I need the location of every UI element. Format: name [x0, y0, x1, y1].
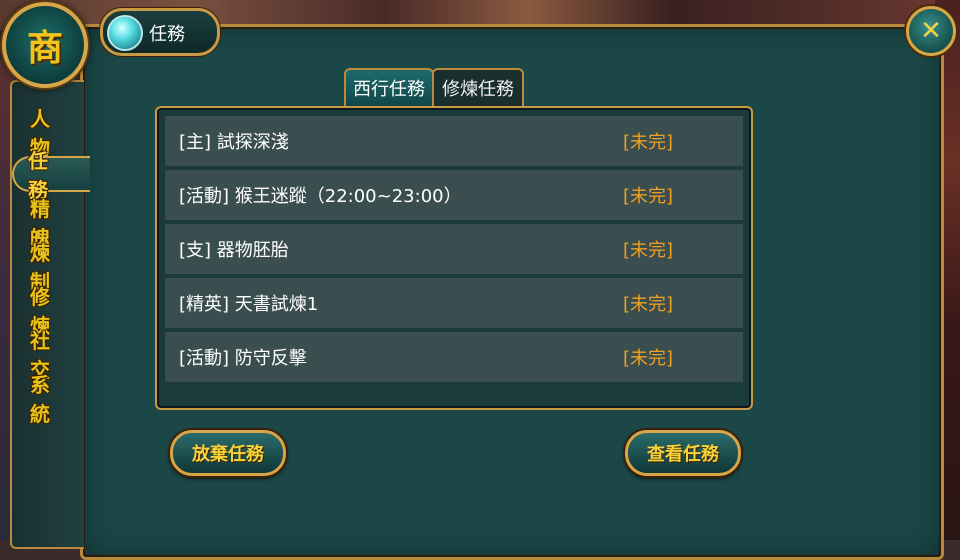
task-name: [活動] 猴王迷蹤（22:00~23:00）: [179, 186, 462, 207]
window-title-text: 任務: [149, 24, 185, 45]
task-name: [精英] 天書試煉1: [179, 294, 319, 315]
menu-item-refine[interactable]: 煉制: [16, 241, 86, 294]
shop-emblem-icon[interactable]: 商: [2, 2, 88, 88]
orb-icon: [107, 15, 143, 51]
close-icon: ✕: [920, 16, 942, 46]
task-row[interactable]: [活動] 防守反擊 [未完]: [165, 332, 743, 382]
emblem-char: 商: [26, 27, 63, 69]
task-status: [未完]: [623, 294, 674, 315]
tab-journey-tasks[interactable]: 西行任務: [344, 68, 434, 106]
window-title: 任務: [100, 8, 220, 56]
abandon-task-button[interactable]: 放棄任務: [170, 430, 286, 476]
task-status: [未完]: [623, 348, 674, 369]
task-name: [活動] 防守反擊: [179, 348, 307, 369]
view-task-button[interactable]: 查看任務: [625, 430, 741, 476]
task-row[interactable]: [精英] 天書試煉1 [未完]: [165, 278, 743, 328]
side-menu: 人物 任務 精魄 煉制 修煉 社交 系統: [10, 80, 90, 549]
task-name: [主] 試探深淺: [179, 132, 289, 153]
task-name: [支] 器物胚胎: [179, 240, 289, 261]
menu-item-tasks[interactable]: 任務: [12, 149, 90, 202]
tab-cultivation-tasks[interactable]: 修煉任務: [432, 68, 524, 106]
menu-item-system[interactable]: 系統: [16, 373, 86, 426]
close-button[interactable]: ✕: [906, 6, 956, 56]
task-row[interactable]: [活動] 猴王迷蹤（22:00~23:00） [未完]: [165, 170, 743, 220]
task-list: [主] 試探深淺 [未完] [活動] 猴王迷蹤（22:00~23:00） [未完…: [155, 106, 753, 410]
task-status: [未完]: [623, 132, 674, 153]
menu-item-social[interactable]: 社交: [16, 329, 86, 382]
task-row[interactable]: [支] 器物胚胎 [未完]: [165, 224, 743, 274]
task-status: [未完]: [623, 186, 674, 207]
menu-item-cultivate[interactable]: 修煉: [16, 285, 86, 338]
menu-item-spirit[interactable]: 精魄: [16, 197, 86, 250]
task-row[interactable]: [主] 試探深淺 [未完]: [165, 116, 743, 166]
task-status: [未完]: [623, 240, 674, 261]
